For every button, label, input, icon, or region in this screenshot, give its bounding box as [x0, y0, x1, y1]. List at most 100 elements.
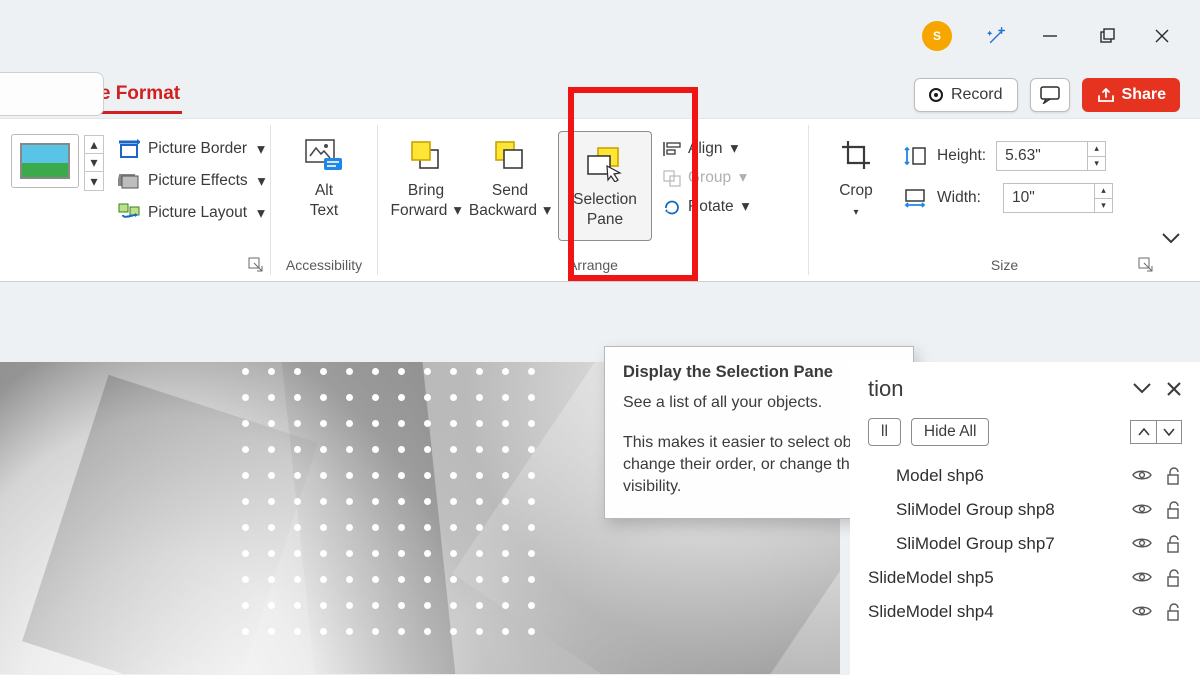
- object-name: SlideModel shp4: [868, 602, 1132, 622]
- pane-close-icon[interactable]: [1166, 381, 1182, 397]
- width-spinner[interactable]: ▴▾: [1095, 183, 1113, 213]
- lock-icon[interactable]: [1166, 535, 1182, 553]
- list-item[interactable]: SliModel Group shp7: [868, 534, 1182, 554]
- height-label: Height:: [937, 147, 986, 165]
- crop-label: Crop: [839, 182, 873, 199]
- pane-collapse-icon[interactable]: [1132, 381, 1152, 395]
- list-item[interactable]: SliModel Group shp8: [868, 500, 1182, 520]
- send-backward-icon: [493, 139, 527, 171]
- picture-border-button[interactable]: Picture Border▾: [118, 139, 265, 159]
- alt-text-icon: [304, 138, 344, 172]
- group-button: Group▾: [662, 168, 749, 187]
- picture-styles-launcher[interactable]: [248, 257, 264, 273]
- selection-pane: tion ll Hide All Model shp6 SliModel Grou…: [850, 362, 1200, 675]
- share-label: Share: [1122, 86, 1166, 104]
- list-item[interactable]: SlideModel shp5: [868, 568, 1182, 588]
- user-avatar[interactable]: S: [922, 21, 952, 51]
- alt-text-l1: Alt: [315, 182, 333, 199]
- bring-forward-button[interactable]: BringForward ▾: [384, 129, 468, 221]
- lock-icon[interactable]: [1166, 569, 1182, 587]
- picture-layout-button[interactable]: Picture Layout▾: [118, 203, 265, 223]
- send-l1: Send: [492, 182, 528, 199]
- picture-style-thumb[interactable]: [12, 135, 78, 187]
- lock-icon[interactable]: [1166, 501, 1182, 519]
- visibility-icon[interactable]: [1132, 467, 1152, 483]
- title-fragment: [0, 72, 104, 116]
- visibility-icon[interactable]: [1132, 603, 1152, 619]
- move-up-button[interactable]: [1130, 420, 1156, 444]
- minimize-button[interactable]: [1042, 28, 1064, 44]
- move-down-button[interactable]: [1156, 420, 1182, 444]
- group-icon: [662, 169, 682, 187]
- hide-all-label: Hide All: [924, 423, 977, 440]
- close-button[interactable]: [1154, 28, 1176, 44]
- share-icon: [1096, 86, 1114, 104]
- width-input[interactable]: 10": [1003, 183, 1095, 213]
- object-name: Model shp6: [868, 466, 1132, 486]
- width-value: 10": [1012, 189, 1035, 207]
- maximize-button[interactable]: [1098, 27, 1120, 45]
- ribbon-tabs: Picture Format Record Share: [0, 72, 1200, 118]
- rotate-label: Rotate: [688, 198, 734, 216]
- picture-effects-button[interactable]: Picture Effects▾: [118, 171, 265, 191]
- selection-pane-icon: [584, 146, 626, 182]
- record-label: Record: [951, 86, 1003, 104]
- selection-list: Model shp6 SliModel Group shp8 SliModel Gr…: [868, 466, 1182, 622]
- height-value: 5.63": [1005, 147, 1041, 165]
- align-button[interactable]: Align▾: [662, 139, 749, 158]
- alt-text-button[interactable]: Alt Text: [283, 129, 365, 221]
- rotate-button[interactable]: Rotate▾: [662, 197, 749, 216]
- avatar-initial: S: [933, 29, 941, 43]
- comments-button[interactable]: [1030, 78, 1070, 112]
- group-obj-label: Group: [688, 169, 731, 187]
- selection-l2: Pane: [587, 211, 623, 228]
- picture-layout-label: Picture Layout: [148, 204, 247, 222]
- accessibility-group-label: Accessibility: [271, 257, 377, 281]
- object-name: SlideModel shp5: [868, 568, 1132, 588]
- list-item[interactable]: Model shp6: [868, 466, 1182, 486]
- collapse-ribbon-icon[interactable]: [1160, 231, 1182, 245]
- send-backward-button[interactable]: SendBackward ▾: [468, 129, 552, 221]
- selection-pane-title: tion: [868, 376, 903, 402]
- style-gallery-nav[interactable]: ▴▾▾: [84, 135, 104, 191]
- crop-icon: [839, 138, 873, 172]
- picture-layout-icon: [118, 203, 140, 223]
- visibility-icon[interactable]: [1132, 501, 1152, 517]
- share-button[interactable]: Share: [1082, 78, 1180, 112]
- alt-text-l2: Text: [310, 202, 338, 219]
- coming-soon-icon[interactable]: [986, 25, 1008, 47]
- ribbon: ▴▾▾ Picture Border▾ Picture Effects▾ Pic…: [0, 118, 1200, 282]
- record-button[interactable]: Record: [914, 78, 1018, 112]
- lock-icon[interactable]: [1166, 603, 1182, 621]
- height-icon: [903, 145, 927, 167]
- object-name: SliModel Group shp8: [868, 500, 1132, 520]
- arrange-group-label: Arrange: [378, 257, 808, 281]
- bring-forward-icon: [409, 139, 443, 171]
- picture-effects-icon: [118, 171, 140, 191]
- list-item[interactable]: SlideModel shp4: [868, 602, 1182, 622]
- bring-l1: Bring: [408, 182, 444, 199]
- visibility-icon[interactable]: [1132, 535, 1152, 551]
- height-input[interactable]: 5.63": [996, 141, 1088, 171]
- hide-all-button[interactable]: Hide All: [911, 418, 990, 446]
- width-icon: [903, 187, 927, 209]
- picture-effects-label: Picture Effects: [148, 172, 248, 190]
- crop-button[interactable]: Crop▾: [821, 129, 891, 223]
- show-all-button[interactable]: ll: [868, 418, 901, 446]
- lock-icon[interactable]: [1166, 467, 1182, 485]
- send-l2: Backward: [469, 202, 537, 219]
- selection-l1: Selection: [573, 191, 637, 208]
- record-icon: [929, 88, 943, 102]
- object-name: SliModel Group shp7: [868, 534, 1132, 554]
- selection-pane-button[interactable]: Selection Pane: [558, 131, 652, 241]
- picture-border-label: Picture Border: [148, 140, 247, 158]
- rotate-icon: [662, 198, 682, 216]
- show-all-label: ll: [881, 423, 888, 440]
- align-icon: [662, 140, 682, 158]
- height-spinner[interactable]: ▴▾: [1088, 141, 1106, 171]
- width-label: Width:: [937, 189, 993, 207]
- size-launcher[interactable]: [1138, 257, 1154, 273]
- visibility-icon[interactable]: [1132, 569, 1152, 585]
- comment-icon: [1040, 86, 1060, 104]
- align-label: Align: [688, 140, 722, 158]
